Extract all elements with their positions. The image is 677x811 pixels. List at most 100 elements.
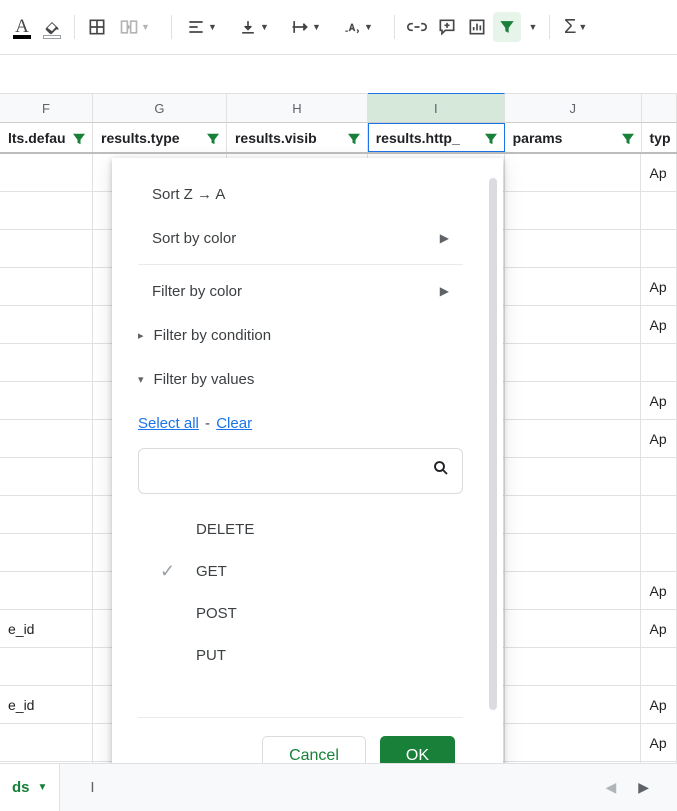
cell[interactable]: Ap	[641, 420, 677, 458]
cell[interactable]: e_id	[0, 610, 93, 648]
cell[interactable]	[0, 458, 93, 496]
cell[interactable]	[0, 648, 93, 686]
cell[interactable]	[641, 230, 677, 268]
column-header[interactable]	[642, 93, 677, 123]
filter-active-icon[interactable]	[619, 130, 635, 146]
filter-active-icon[interactable]	[70, 130, 86, 146]
filter-by-color[interactable]: Filter by color ▶	[138, 269, 463, 313]
cell[interactable]	[0, 344, 93, 382]
cell[interactable]	[0, 382, 93, 420]
popup-scrollbar[interactable]	[489, 178, 497, 710]
cell[interactable]	[0, 572, 93, 610]
filter-active-icon[interactable]	[204, 130, 220, 146]
field-header[interactable]: typ	[642, 123, 677, 152]
filter-value-option[interactable]: ✓GET	[138, 550, 463, 592]
column-header[interactable]: F	[0, 93, 93, 123]
cell[interactable]: Ap	[641, 268, 677, 306]
cell[interactable]	[505, 306, 642, 344]
cell[interactable]	[505, 458, 642, 496]
cell[interactable]	[641, 344, 677, 382]
cell[interactable]	[0, 420, 93, 458]
cell[interactable]: Ap	[641, 610, 677, 648]
filter-value-option[interactable]: ✓PUT	[138, 634, 463, 676]
cell[interactable]: Ap	[641, 306, 677, 344]
cell[interactable]	[505, 572, 642, 610]
cell[interactable]	[0, 230, 93, 268]
cell[interactable]	[0, 306, 93, 344]
filter-views-button[interactable]: ▼	[523, 12, 541, 42]
cell[interactable]	[0, 724, 93, 762]
cell[interactable]: Ap	[641, 724, 677, 762]
sigma-icon: Σ	[564, 16, 576, 39]
sort-z-a[interactable]: Sort Z → A	[138, 172, 463, 216]
cell[interactable]	[505, 344, 642, 382]
scroll-right-icon[interactable]: ▶	[638, 779, 649, 796]
clear-link[interactable]: Clear	[216, 415, 252, 432]
field-header[interactable]: results.http_	[368, 123, 505, 152]
select-all-link[interactable]: Select all	[138, 415, 199, 432]
sort-by-color[interactable]: Sort by color ▶	[138, 216, 463, 260]
filter-by-condition[interactable]: ▸Filter by condition	[138, 313, 463, 357]
cell[interactable]	[0, 268, 93, 306]
cell[interactable]	[505, 496, 642, 534]
cell[interactable]	[641, 458, 677, 496]
text-color-button[interactable]: A	[8, 12, 36, 42]
filter-search-box[interactable]	[138, 448, 463, 494]
cell[interactable]	[505, 420, 642, 458]
cell[interactable]	[505, 724, 642, 762]
cell[interactable]: Ap	[641, 382, 677, 420]
text-rotation-button[interactable]: ▼	[336, 12, 386, 42]
insert-comment-button[interactable]	[433, 12, 461, 42]
cell[interactable]	[505, 382, 642, 420]
next-sheet-tab[interactable]: I	[78, 764, 106, 811]
column-header[interactable]: J	[505, 93, 642, 123]
text-wrap-button[interactable]: ▼	[284, 12, 334, 42]
cell[interactable]: Ap	[641, 686, 677, 724]
cell[interactable]	[0, 534, 93, 572]
cell[interactable]	[505, 648, 642, 686]
cell[interactable]	[505, 154, 642, 192]
cell[interactable]	[505, 686, 642, 724]
cell[interactable]	[641, 648, 677, 686]
cell[interactable]	[505, 534, 642, 572]
column-header[interactable]: I	[368, 93, 505, 123]
filter-active-icon[interactable]	[345, 130, 361, 146]
cell[interactable]	[505, 610, 642, 648]
filter-button[interactable]	[493, 12, 521, 42]
filter-search-input[interactable]	[151, 461, 424, 481]
scroll-left-icon[interactable]: ◀	[605, 779, 616, 796]
filter-values-list: ✓DELETE✓GET✓POST✓PUT	[138, 508, 463, 676]
functions-button[interactable]: Σ ▼	[558, 12, 608, 42]
cell[interactable]	[0, 496, 93, 534]
filter-value-option[interactable]: ✓POST	[138, 592, 463, 634]
field-header[interactable]: lts.defau	[0, 123, 93, 152]
cell[interactable]	[0, 154, 93, 192]
cell[interactable]: Ap	[641, 572, 677, 610]
insert-chart-button[interactable]	[463, 12, 491, 42]
cell[interactable]	[0, 192, 93, 230]
filter-active-icon[interactable]	[482, 130, 498, 146]
cell[interactable]	[641, 496, 677, 534]
column-headers: FGHIJ	[0, 93, 677, 123]
cell[interactable]	[641, 192, 677, 230]
insert-link-button[interactable]	[403, 12, 431, 42]
merge-cells-button[interactable]: ▼	[113, 12, 163, 42]
cell[interactable]	[641, 534, 677, 572]
field-header[interactable]: params	[505, 123, 642, 152]
cell[interactable]	[505, 230, 642, 268]
fill-color-button[interactable]	[38, 12, 66, 42]
column-header[interactable]: G	[93, 93, 227, 123]
cell[interactable]	[505, 192, 642, 230]
field-header[interactable]: results.type	[93, 123, 227, 152]
filter-value-option[interactable]: ✓DELETE	[138, 508, 463, 550]
active-sheet-tab[interactable]: ds ▼	[0, 764, 60, 811]
cell[interactable]: e_id	[0, 686, 93, 724]
borders-button[interactable]	[83, 12, 111, 42]
column-header[interactable]: H	[227, 93, 368, 123]
field-header[interactable]: results.visib	[227, 123, 368, 152]
cell[interactable]	[505, 268, 642, 306]
filter-by-values[interactable]: ▾Filter by values	[138, 357, 463, 401]
horizontal-align-button[interactable]: ▼	[180, 12, 230, 42]
cell[interactable]: Ap	[641, 154, 677, 192]
vertical-align-button[interactable]: ▼	[232, 12, 282, 42]
